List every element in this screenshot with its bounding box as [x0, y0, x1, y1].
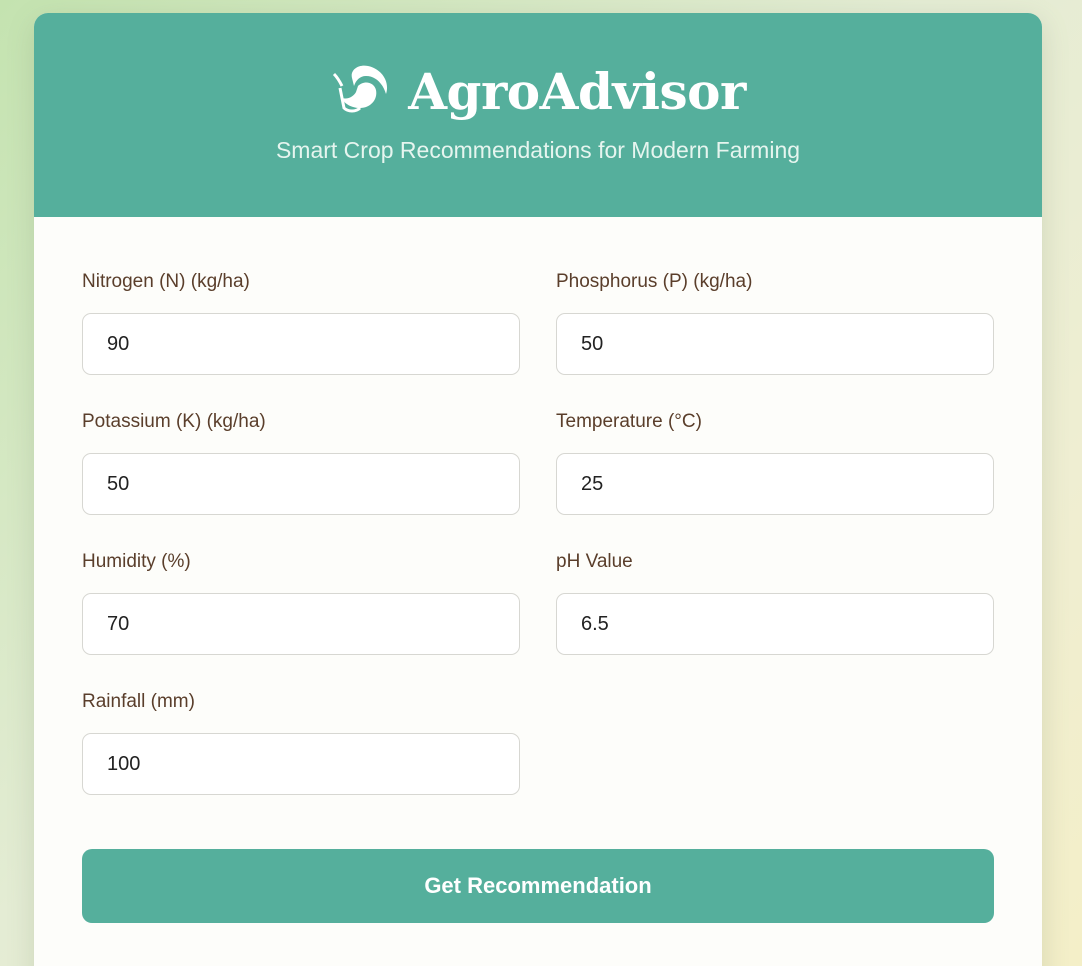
humidity-input[interactable] — [82, 593, 520, 655]
get-recommendation-button[interactable]: Get Recommendation — [82, 849, 994, 923]
temperature-input[interactable] — [556, 453, 994, 515]
app-title: AgroAdvisor — [408, 62, 746, 121]
ph-label: pH Value — [556, 551, 633, 572]
main-card: AgroAdvisor Smart Crop Recommendations f… — [34, 13, 1042, 966]
rainfall-input[interactable] — [82, 733, 520, 795]
potassium-label: Potassium (K) (kg/ha) — [82, 411, 266, 432]
nitrogen-label: Nitrogen (N) (kg/ha) — [82, 271, 250, 292]
humidity-field: Humidity (%) — [82, 549, 520, 655]
temperature-label: Temperature (°C) — [556, 411, 702, 432]
rainfall-field: Rainfall (mm) — [82, 689, 520, 795]
brand: AgroAdvisor — [34, 13, 1042, 125]
potassium-input[interactable] — [82, 453, 520, 515]
phosphorus-field: Phosphorus (P) (kg/ha) — [556, 269, 994, 375]
rainfall-label: Rainfall (mm) — [82, 691, 195, 712]
ph-field: pH Value — [556, 549, 994, 655]
potassium-field: Potassium (K) (kg/ha) — [82, 409, 520, 515]
nitrogen-field: Nitrogen (N) (kg/ha) — [82, 269, 520, 375]
ph-input[interactable] — [556, 593, 994, 655]
phosphorus-label: Phosphorus (P) (kg/ha) — [556, 271, 753, 292]
temperature-field: Temperature (°C) — [556, 409, 994, 515]
app-subtitle: Smart Crop Recommendations for Modern Fa… — [275, 137, 801, 163]
crop-form: Nitrogen (N) (kg/ha) Phosphorus (P) (kg/… — [34, 217, 1042, 966]
phosphorus-input[interactable] — [556, 313, 994, 375]
nitrogen-input[interactable] — [82, 313, 520, 375]
seedling-icon — [330, 64, 392, 120]
humidity-label: Humidity (%) — [82, 551, 191, 572]
app-header: AgroAdvisor Smart Crop Recommendations f… — [34, 13, 1042, 217]
